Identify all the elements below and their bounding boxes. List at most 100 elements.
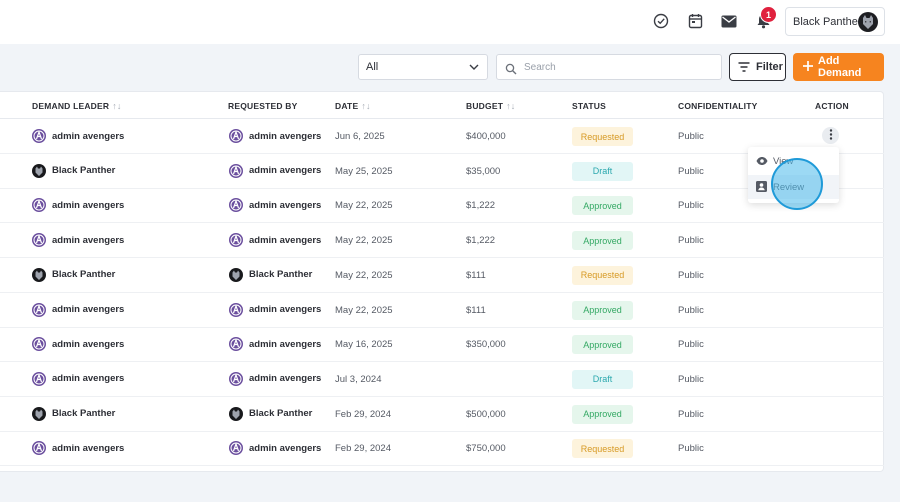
- confidentiality-cell: Public: [678, 165, 704, 177]
- sort-icon[interactable]: ↑↓: [506, 101, 515, 111]
- notification-badge: 1: [760, 6, 777, 23]
- column-requested-by: REQUESTED BY: [228, 101, 298, 111]
- menu-item-label: Review: [773, 181, 805, 193]
- demand-leader-name: admin avengers: [52, 304, 125, 315]
- budget-cell: $1,222: [466, 200, 496, 212]
- row-action-menu: View Review: [748, 147, 839, 203]
- menu-item-label: View: [773, 155, 794, 167]
- requested-by-cell: admin avengers: [229, 129, 321, 143]
- avatar: [858, 12, 878, 32]
- requested-by-cell: admin avengers: [229, 198, 322, 213]
- avatar: [229, 441, 243, 456]
- chevron-down-icon: [468, 61, 480, 76]
- date-cell: Feb 29, 2024: [335, 443, 391, 455]
- check-circle-icon[interactable]: [651, 11, 671, 31]
- avatar: [229, 371, 243, 386]
- demand-leader-cell: Black Panther: [32, 406, 115, 421]
- requested-by-cell: admin avengers: [229, 302, 322, 317]
- avatar: [32, 129, 46, 143]
- avatar: [229, 337, 243, 352]
- filter-icon: [738, 62, 750, 75]
- requested-by-name: admin avengers: [249, 304, 322, 315]
- budget-cell: $500,000: [466, 408, 506, 420]
- sort-icon[interactable]: ↑↓: [112, 101, 121, 111]
- column-status: STATUS: [572, 101, 606, 111]
- requested-by-name: admin avengers: [249, 442, 322, 454]
- column-date[interactable]: DATE ↑↓: [335, 101, 371, 111]
- avatar: [32, 371, 46, 386]
- table-row[interactable]: Black Panther Black Panther May 22, 2025 $1…: [0, 258, 884, 293]
- budget-cell: $35,000: [466, 165, 501, 177]
- avatar: [32, 406, 46, 421]
- requested-by-cell: admin avengers: [229, 163, 322, 178]
- demand-leader-name: admin avengers: [52, 130, 125, 142]
- add-demand-label: Add Demand: [818, 55, 862, 79]
- demand-leader-cell: admin avengers: [32, 302, 125, 317]
- mail-icon[interactable]: [719, 11, 739, 31]
- requested-by-name: admin avengers: [249, 338, 322, 350]
- date-cell: May 22, 2025: [335, 304, 393, 316]
- budget-cell: $400,000: [466, 131, 506, 142]
- requested-by-cell: admin avengers: [229, 441, 322, 456]
- requested-by-name: admin avengers: [249, 199, 322, 211]
- demand-leader-cell: admin avengers: [32, 337, 125, 352]
- date-cell: May 16, 2025: [335, 339, 393, 351]
- search-input[interactable]: [524, 61, 704, 73]
- calendar-icon[interactable]: [685, 11, 705, 31]
- demand-leader-name: admin avengers: [52, 338, 125, 350]
- date-cell: May 22, 2025: [335, 269, 393, 281]
- status-select[interactable]: All: [358, 54, 488, 80]
- status-badge: Requested: [572, 439, 633, 459]
- requested-by-name: Black Panther: [249, 408, 313, 420]
- avatar: [32, 233, 46, 248]
- avatar: [32, 267, 46, 282]
- menu-item-view[interactable]: View: [748, 149, 839, 173]
- account-box-icon: [756, 181, 767, 195]
- column-action: ACTION: [815, 101, 849, 111]
- confidentiality-cell: Public: [678, 269, 704, 281]
- status-badge: Approved: [572, 404, 633, 424]
- column-budget[interactable]: BUDGET ↑↓: [466, 101, 516, 111]
- budget-cell: $1,222: [466, 235, 496, 247]
- requested-by-name: admin avengers: [249, 130, 322, 142]
- table-row[interactable]: admin avengers admin avengers May 16, 2025…: [0, 327, 884, 363]
- filter-button[interactable]: Filter: [729, 53, 786, 81]
- status-badge: Approved: [572, 300, 633, 320]
- table-row[interactable]: admin avengers admin avengers Feb 29, 2024…: [0, 431, 884, 467]
- demand-leader-name: admin avengers: [52, 442, 125, 454]
- date-cell: Jul 3, 2024: [335, 373, 382, 385]
- row-action-button[interactable]: [822, 127, 839, 144]
- demand-leader-cell: admin avengers: [32, 441, 125, 456]
- avatar: [229, 129, 243, 143]
- date-cell: May 25, 2025: [335, 165, 393, 177]
- user-menu-button[interactable]: Black Panther: [785, 7, 885, 36]
- avatar: [32, 163, 46, 178]
- avatar: [32, 337, 46, 352]
- avatar: [229, 406, 243, 421]
- avatar: [32, 198, 46, 213]
- demand-leader-cell: Black Panther: [32, 163, 115, 178]
- status-badge: Requested: [572, 265, 633, 285]
- column-demand-leader[interactable]: DEMAND LEADER ↑↓: [32, 101, 122, 111]
- demand-leader-name: admin avengers: [52, 234, 125, 246]
- menu-item-review[interactable]: Review: [748, 175, 839, 199]
- status-badge: Draft: [572, 369, 633, 389]
- sort-icon[interactable]: ↑↓: [361, 101, 370, 111]
- user-name: Black Panther: [793, 15, 862, 28]
- table-row[interactable]: admin avengers admin avengers May 22, 2025…: [0, 293, 884, 328]
- avatar: [229, 233, 243, 248]
- confidentiality-cell: Public: [678, 408, 704, 420]
- requested-by-cell: admin avengers: [229, 337, 322, 352]
- table-row[interactable]: Black Panther Black Panther Feb 29, 2024 $5…: [0, 397, 884, 432]
- requested-by-cell: Black Panther: [229, 267, 312, 282]
- requested-by-name: admin avengers: [249, 165, 322, 177]
- status-badge: Requested: [572, 127, 633, 146]
- table-row[interactable]: admin avengers admin avengers May 22, 2025…: [0, 223, 884, 259]
- date-cell: May 22, 2025: [335, 200, 393, 212]
- table-header: DEMAND LEADER ↑↓ REQUESTED BY DATE ↑↓ BUDG…: [0, 92, 884, 119]
- add-demand-button[interactable]: Add Demand: [793, 53, 884, 81]
- confidentiality-cell: Public: [678, 304, 704, 316]
- table-row[interactable]: admin avengers admin avengers Jul 3, 2024 D…: [0, 362, 884, 397]
- requested-by-name: admin avengers: [249, 373, 322, 385]
- date-cell: Jun 6, 2025: [335, 131, 385, 142]
